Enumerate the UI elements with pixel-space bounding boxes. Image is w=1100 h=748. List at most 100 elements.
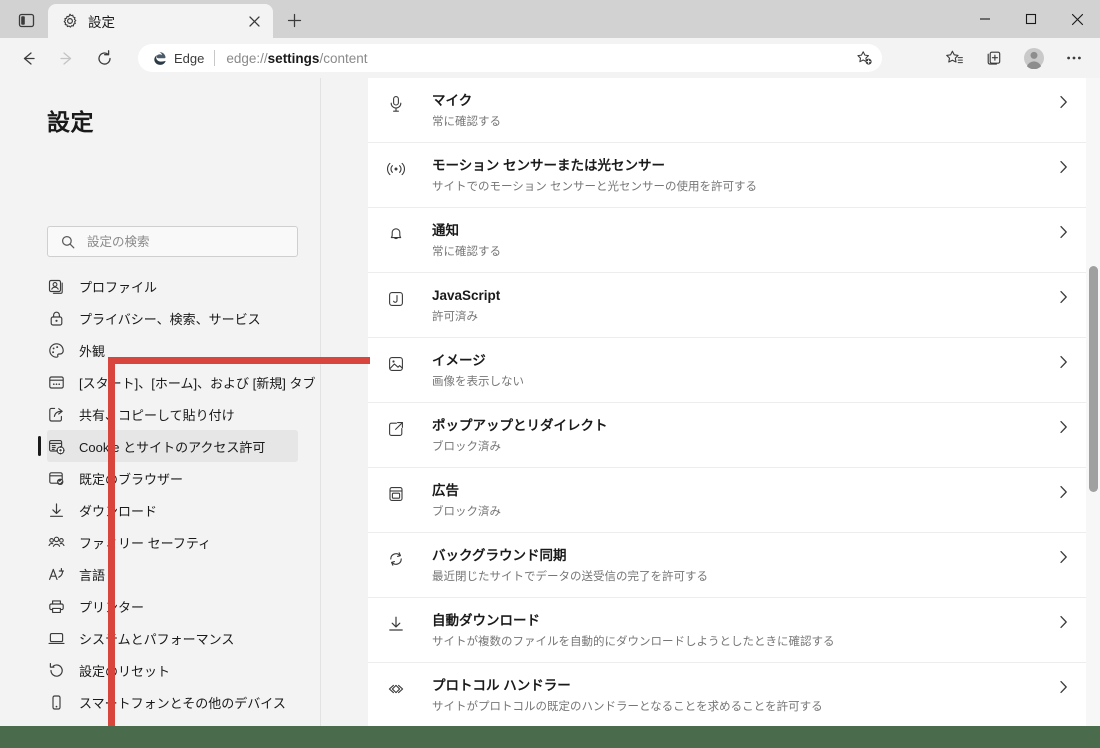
- motion-sensor-icon: [386, 159, 406, 179]
- setting-subtitle: サイトが複数のファイルを自動的にダウンロードしようとしたときに確認する: [432, 635, 1055, 650]
- browser-window-icon: [47, 373, 65, 391]
- sidebar-item-default-browser[interactable]: 既定のブラウザー: [47, 462, 298, 494]
- toolbar-right-buttons: [936, 42, 1096, 74]
- settings-page: 設定: [0, 78, 1100, 726]
- search-settings-box[interactable]: [47, 226, 298, 257]
- sidebar-item-label: システムとパフォーマンス: [79, 629, 234, 648]
- address-bar[interactable]: Edge edge://settings/content: [138, 44, 882, 72]
- sidebar-item-printers[interactable]: プリンター: [47, 590, 298, 622]
- sidebar-item-profile[interactable]: プロファイル: [47, 270, 298, 302]
- sidebar-item-label: プロファイル: [79, 277, 157, 296]
- setting-row-background-sync[interactable]: バックグラウンド同期 最近閉じたサイトでデータの送受信の完了を許可する: [368, 533, 1100, 598]
- chevron-right-icon[interactable]: [1055, 484, 1071, 500]
- setting-subtitle: サイトでのモーション センサーと光センサーの使用を許可する: [432, 180, 1055, 195]
- sidebar-item-share-copy-paste[interactable]: 共有、コピーして貼り付け: [47, 398, 298, 430]
- minimize-icon[interactable]: [962, 0, 1008, 38]
- chevron-right-icon[interactable]: [1055, 549, 1071, 565]
- palette-icon: [47, 341, 65, 359]
- browser-window: 設定: [0, 0, 1100, 748]
- chevron-right-icon[interactable]: [1055, 224, 1071, 240]
- setting-subtitle: ブロック済み: [432, 440, 1055, 455]
- browser-tab[interactable]: 設定: [48, 4, 273, 38]
- setting-title: 広告: [432, 482, 1055, 499]
- sidebar-item-start-home-newtab[interactable]: [スタート]、[ホーム]、および [新規] タブ: [47, 366, 298, 398]
- sidebar-item-downloads[interactable]: ダウンロード: [47, 494, 298, 526]
- close-window-icon[interactable]: [1054, 0, 1100, 38]
- search-input[interactable]: [87, 235, 277, 249]
- chevron-right-icon[interactable]: [1055, 419, 1071, 435]
- maximize-icon[interactable]: [1008, 0, 1054, 38]
- new-tab-button[interactable]: [281, 8, 307, 32]
- setting-row-images[interactable]: イメージ 画像を表示しない: [368, 338, 1100, 403]
- sidebar-item-reset-settings[interactable]: 設定のリセット: [47, 654, 298, 686]
- favorites-icon[interactable]: [938, 42, 970, 74]
- sidebar-item-label: 既定のブラウザー: [79, 469, 183, 488]
- setting-row-notifications[interactable]: 通知 常に確認する: [368, 208, 1100, 273]
- sidebar-item-label: 共有、コピーして貼り付け: [79, 405, 235, 424]
- sidebar-item-languages[interactable]: 言語: [47, 558, 298, 590]
- sidebar-item-phone-other-devices[interactable]: スマートフォンとその他のデバイス: [47, 686, 298, 718]
- add-favorite-icon[interactable]: [852, 46, 876, 70]
- setting-row-protocol-handlers[interactable]: プロトコル ハンドラー サイトがプロトコルの既定のハンドラーとなることを求めるこ…: [368, 663, 1100, 726]
- close-icon[interactable]: [243, 10, 265, 32]
- setting-row-javascript[interactable]: JavaScript 許可済み: [368, 273, 1100, 338]
- omnibox-divider: [214, 50, 215, 66]
- setting-title: イメージ: [432, 352, 1055, 369]
- chevron-right-icon[interactable]: [1055, 679, 1071, 695]
- sidebar-item-family-safety[interactable]: ファミリー セーフティ: [47, 526, 298, 558]
- language-icon: [47, 565, 65, 583]
- profile-avatar[interactable]: [1018, 42, 1050, 74]
- back-button[interactable]: [12, 42, 44, 74]
- image-icon: [386, 354, 406, 374]
- tab-actions-icon[interactable]: [10, 7, 42, 33]
- setting-title: JavaScript: [432, 287, 1055, 304]
- annotation-arrow-vertical: [108, 357, 115, 748]
- page-title: 設定: [47, 103, 94, 137]
- scrollbar-track[interactable]: [1086, 78, 1100, 726]
- collections-icon[interactable]: [978, 42, 1010, 74]
- chevron-right-icon[interactable]: [1055, 614, 1071, 630]
- setting-row-microphone[interactable]: マイク 常に確認する: [368, 78, 1100, 143]
- chevron-right-icon[interactable]: [1055, 94, 1071, 110]
- scrollbar-thumb[interactable]: [1089, 266, 1098, 492]
- setting-text: 自動ダウンロード サイトが複数のファイルを自動的にダウンロードしようとしたときに…: [432, 612, 1055, 650]
- setting-title: マイク: [432, 92, 1055, 109]
- setting-row-popups-redirects[interactable]: ポップアップとリダイレクト ブロック済み: [368, 403, 1100, 468]
- browser-toolbar: Edge edge://settings/content: [0, 38, 1100, 78]
- refresh-button[interactable]: [88, 42, 120, 74]
- setting-row-motion-light-sensors[interactable]: モーション センサーまたは光センサー サイトでのモーション センサーと光センサー…: [368, 143, 1100, 208]
- setting-text: ポップアップとリダイレクト ブロック済み: [432, 417, 1055, 455]
- chevron-right-icon[interactable]: [1055, 159, 1071, 175]
- sidebar-item-privacy[interactable]: プライバシー、検索、サービス: [47, 302, 298, 334]
- setting-subtitle: 常に確認する: [432, 245, 1055, 260]
- setting-title: モーション センサーまたは光センサー: [432, 157, 1055, 174]
- chevron-right-icon[interactable]: [1055, 354, 1071, 370]
- profile-icon: [47, 277, 65, 295]
- omnibox-url: edge://settings/content: [226, 51, 367, 66]
- download-icon: [47, 501, 65, 519]
- setting-row-ads[interactable]: 広告 ブロック済み: [368, 468, 1100, 533]
- forward-button[interactable]: [50, 42, 82, 74]
- setting-text: バックグラウンド同期 最近閉じたサイトでデータの送受信の完了を許可する: [432, 547, 1055, 585]
- chevron-right-icon[interactable]: [1055, 289, 1071, 305]
- content-gutter: [322, 78, 368, 726]
- share-icon: [47, 405, 65, 423]
- sidebar-item-label: 言語: [79, 565, 105, 584]
- search-icon: [60, 234, 75, 249]
- setting-subtitle: 画像を表示しない: [432, 375, 1055, 390]
- gear-icon: [61, 12, 79, 30]
- javascript-icon: [386, 289, 406, 309]
- sidebar-item-label: 外観: [79, 341, 105, 360]
- sidebar-item-label: ファミリー セーフティ: [79, 533, 211, 552]
- setting-subtitle: 常に確認する: [432, 115, 1055, 130]
- cookie-settings-icon: [47, 437, 65, 455]
- setting-title: 自動ダウンロード: [432, 612, 1055, 629]
- settings-sidebar: 設定: [0, 78, 321, 726]
- more-options-icon[interactable]: [1058, 42, 1090, 74]
- sidebar-item-system-performance[interactable]: システムとパフォーマンス: [47, 622, 298, 654]
- setting-subtitle: 最近閉じたサイトでデータの送受信の完了を許可する: [432, 570, 1055, 585]
- setting-row-automatic-downloads[interactable]: 自動ダウンロード サイトが複数のファイルを自動的にダウンロードしようとしたときに…: [368, 598, 1100, 663]
- sidebar-item-cookies-site-permissions[interactable]: Cookie とサイトのアクセス許可: [47, 430, 298, 462]
- setting-subtitle: 許可済み: [432, 310, 1055, 325]
- setting-text: 広告 ブロック済み: [432, 482, 1055, 520]
